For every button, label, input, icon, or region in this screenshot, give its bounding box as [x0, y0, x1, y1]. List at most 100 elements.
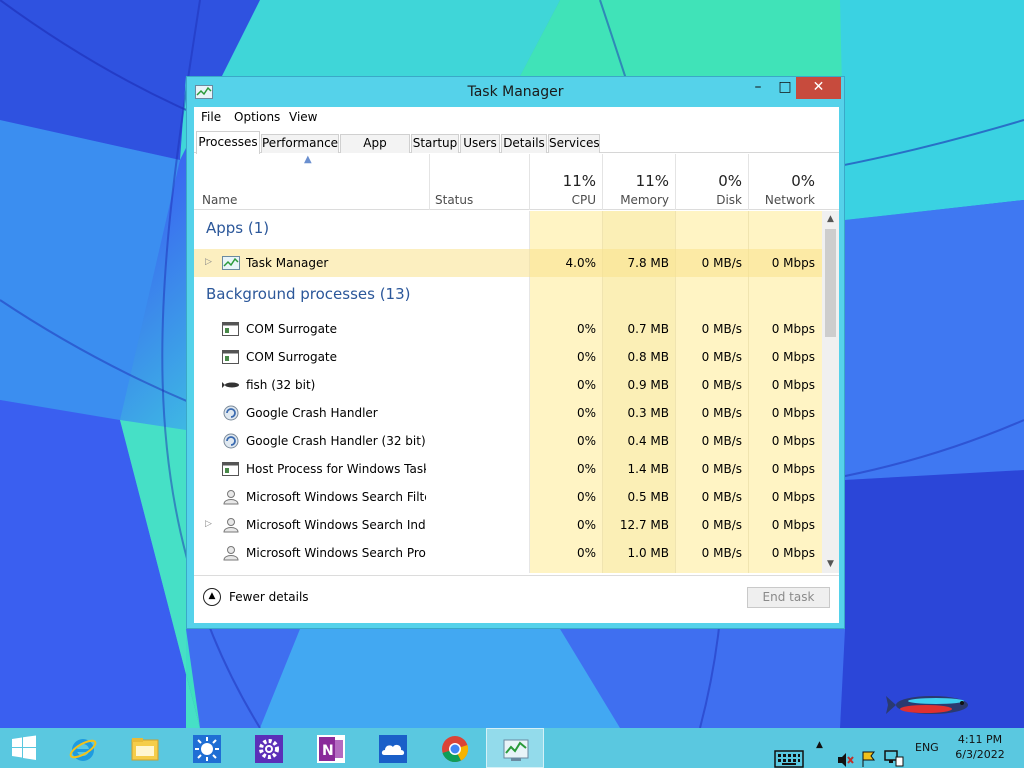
process-memory: 0.8 MB — [627, 350, 669, 364]
end-task-button[interactable]: End task — [747, 587, 830, 608]
process-row[interactable]: Microsoft Windows Search Filte... 0% 0.5… — [194, 483, 822, 511]
cpu-total-percent: 11% — [562, 172, 596, 190]
menu-options[interactable]: Options — [234, 110, 280, 124]
process-memory: 0.3 MB — [627, 406, 669, 420]
taskbar-onedrive[interactable] — [364, 728, 420, 768]
sort-ascending-icon[interactable]: ▲ — [304, 154, 312, 165]
taskbar-task-manager[interactable] — [486, 728, 544, 768]
process-row[interactable]: fish (32 bit) 0% 0.9 MB 0 MB/s 0 Mbps — [194, 371, 822, 399]
process-name: Google Crash Handler (32 bit) — [246, 434, 426, 448]
window-app-icon — [222, 462, 239, 476]
scroll-thumb[interactable] — [825, 229, 836, 337]
background-group-label: Background processes (13) — [206, 285, 411, 303]
process-cpu: 0% — [576, 490, 596, 504]
svg-text:N: N — [322, 743, 334, 759]
action-center-flag-icon[interactable] — [860, 739, 878, 768]
taskbar-file-explorer[interactable] — [116, 728, 172, 768]
chevron-up-icon[interactable]: ▲ — [203, 588, 221, 606]
tab-services[interactable]: Services — [548, 134, 600, 153]
taskbar-clock[interactable]: 4:11 PM 6/3/2022 — [950, 732, 1010, 762]
expand-icon[interactable]: ▷ — [205, 519, 212, 529]
process-disk: 0 MB/s — [701, 256, 742, 270]
process-network: 0 Mbps — [771, 322, 815, 336]
column-disk[interactable]: Disk — [676, 193, 742, 207]
weather-icon — [193, 735, 221, 763]
process-disk: 0 MB/s — [701, 518, 742, 532]
tab-performance[interactable]: Performance — [261, 134, 339, 153]
column-memory[interactable]: Memory — [603, 193, 669, 207]
network-total-percent: 0% — [791, 172, 815, 190]
process-network: 0 Mbps — [771, 256, 815, 270]
process-row[interactable]: COM Surrogate 0% 0.7 MB 0 MB/s 0 Mbps — [194, 315, 822, 343]
window-content: File Options View Processes Performance … — [194, 107, 839, 623]
tab-startup[interactable]: Startup — [411, 134, 459, 153]
process-cpu: 0% — [576, 406, 596, 420]
process-name: COM Surrogate — [246, 350, 338, 364]
process-memory: 1.4 MB — [627, 462, 669, 476]
column-network[interactable]: Network — [749, 193, 815, 207]
taskbar-chrome[interactable] — [426, 728, 482, 768]
taskbar-settings[interactable] — [240, 728, 296, 768]
window-app-icon — [222, 350, 239, 364]
process-name: Microsoft Windows Search Prot... — [246, 546, 426, 560]
process-memory: 12.7 MB — [619, 518, 669, 532]
process-network: 0 Mbps — [771, 546, 815, 560]
chrome-icon — [442, 736, 469, 763]
process-row[interactable]: ▷ Task Manager 4.0% 7.8 MB 0 MB/s 0 Mbps — [194, 249, 822, 277]
start-button[interactable] — [0, 728, 50, 768]
settings-icon — [255, 735, 283, 763]
tab-processes[interactable]: Processes — [196, 131, 260, 154]
process-row[interactable]: ▷ Microsoft Windows Search Inde... 0% 12… — [194, 511, 822, 539]
process-row[interactable]: COM Surrogate 0% 0.8 MB 0 MB/s 0 Mbps — [194, 343, 822, 371]
taskbar-internet-explorer[interactable] — [54, 728, 110, 768]
process-row[interactable]: Google Crash Handler 0% 0.3 MB 0 MB/s 0 … — [194, 399, 822, 427]
group-header-apps[interactable]: Apps (1) — [194, 219, 822, 247]
scroll-down-icon[interactable]: ▼ — [822, 556, 839, 573]
process-row[interactable]: Microsoft Windows Search Prot... 0% 1.0 … — [194, 539, 822, 567]
column-cpu[interactable]: CPU — [530, 193, 596, 207]
tab-users[interactable]: Users — [460, 134, 500, 153]
maximize-button[interactable]: □ — [772, 77, 798, 99]
process-cpu: 0% — [576, 378, 596, 392]
column-name[interactable]: Name — [202, 193, 237, 207]
apps-group-label: Apps (1) — [206, 219, 270, 237]
process-name: fish (32 bit) — [246, 378, 316, 392]
fish-icon — [222, 382, 239, 388]
title-bar[interactable]: Task Manager – □ ✕ — [187, 77, 844, 107]
process-cpu: 0% — [576, 546, 596, 560]
keyboard-icon[interactable] — [774, 739, 804, 768]
process-network: 0 Mbps — [771, 378, 815, 392]
tab-app-history[interactable]: App history — [340, 134, 410, 167]
input-language[interactable]: ENG — [915, 741, 939, 768]
process-row[interactable]: Google Crash Handler (32 bit) 0% 0.4 MB … — [194, 427, 822, 455]
onenote-icon: N — [317, 735, 345, 763]
process-row[interactable]: Host Process for Windows Tasks 0% 1.4 MB… — [194, 455, 822, 483]
process-memory: 0.5 MB — [627, 490, 669, 504]
fewer-details-link[interactable]: Fewer details — [229, 590, 309, 604]
group-header-background[interactable]: Background processes (13) — [194, 285, 822, 313]
process-name: Microsoft Windows Search Inde... — [246, 518, 426, 532]
expand-icon[interactable]: ▷ — [205, 257, 212, 267]
process-memory: 1.0 MB — [627, 546, 669, 560]
network-icon[interactable] — [884, 739, 904, 768]
menu-file[interactable]: File — [201, 110, 221, 124]
process-memory: 0.4 MB — [627, 434, 669, 448]
scroll-up-icon[interactable]: ▲ — [822, 211, 839, 228]
process-cpu: 0% — [576, 434, 596, 448]
start-icon — [12, 735, 36, 760]
tab-details[interactable]: Details — [501, 134, 547, 153]
minimize-button[interactable]: – — [744, 77, 772, 99]
footer-bar: ▲ Fewer details End task — [194, 575, 839, 623]
column-status[interactable]: Status — [435, 193, 473, 207]
taskbar-onenote[interactable]: N — [302, 728, 358, 768]
vertical-scrollbar[interactable]: ▲ ▼ — [822, 211, 839, 573]
menu-view[interactable]: View — [289, 110, 317, 124]
close-button[interactable]: ✕ — [796, 77, 841, 99]
process-network: 0 Mbps — [771, 518, 815, 532]
process-cpu: 0% — [576, 518, 596, 532]
taskbar-weather[interactable] — [178, 728, 234, 768]
process-table-header: ▲ Name Status 11% CPU 11% Memory 0% Disk… — [194, 154, 839, 210]
volume-muted-icon[interactable] — [836, 740, 854, 768]
show-hidden-icons-icon[interactable]: ▲ — [816, 740, 823, 768]
process-disk: 0 MB/s — [701, 462, 742, 476]
